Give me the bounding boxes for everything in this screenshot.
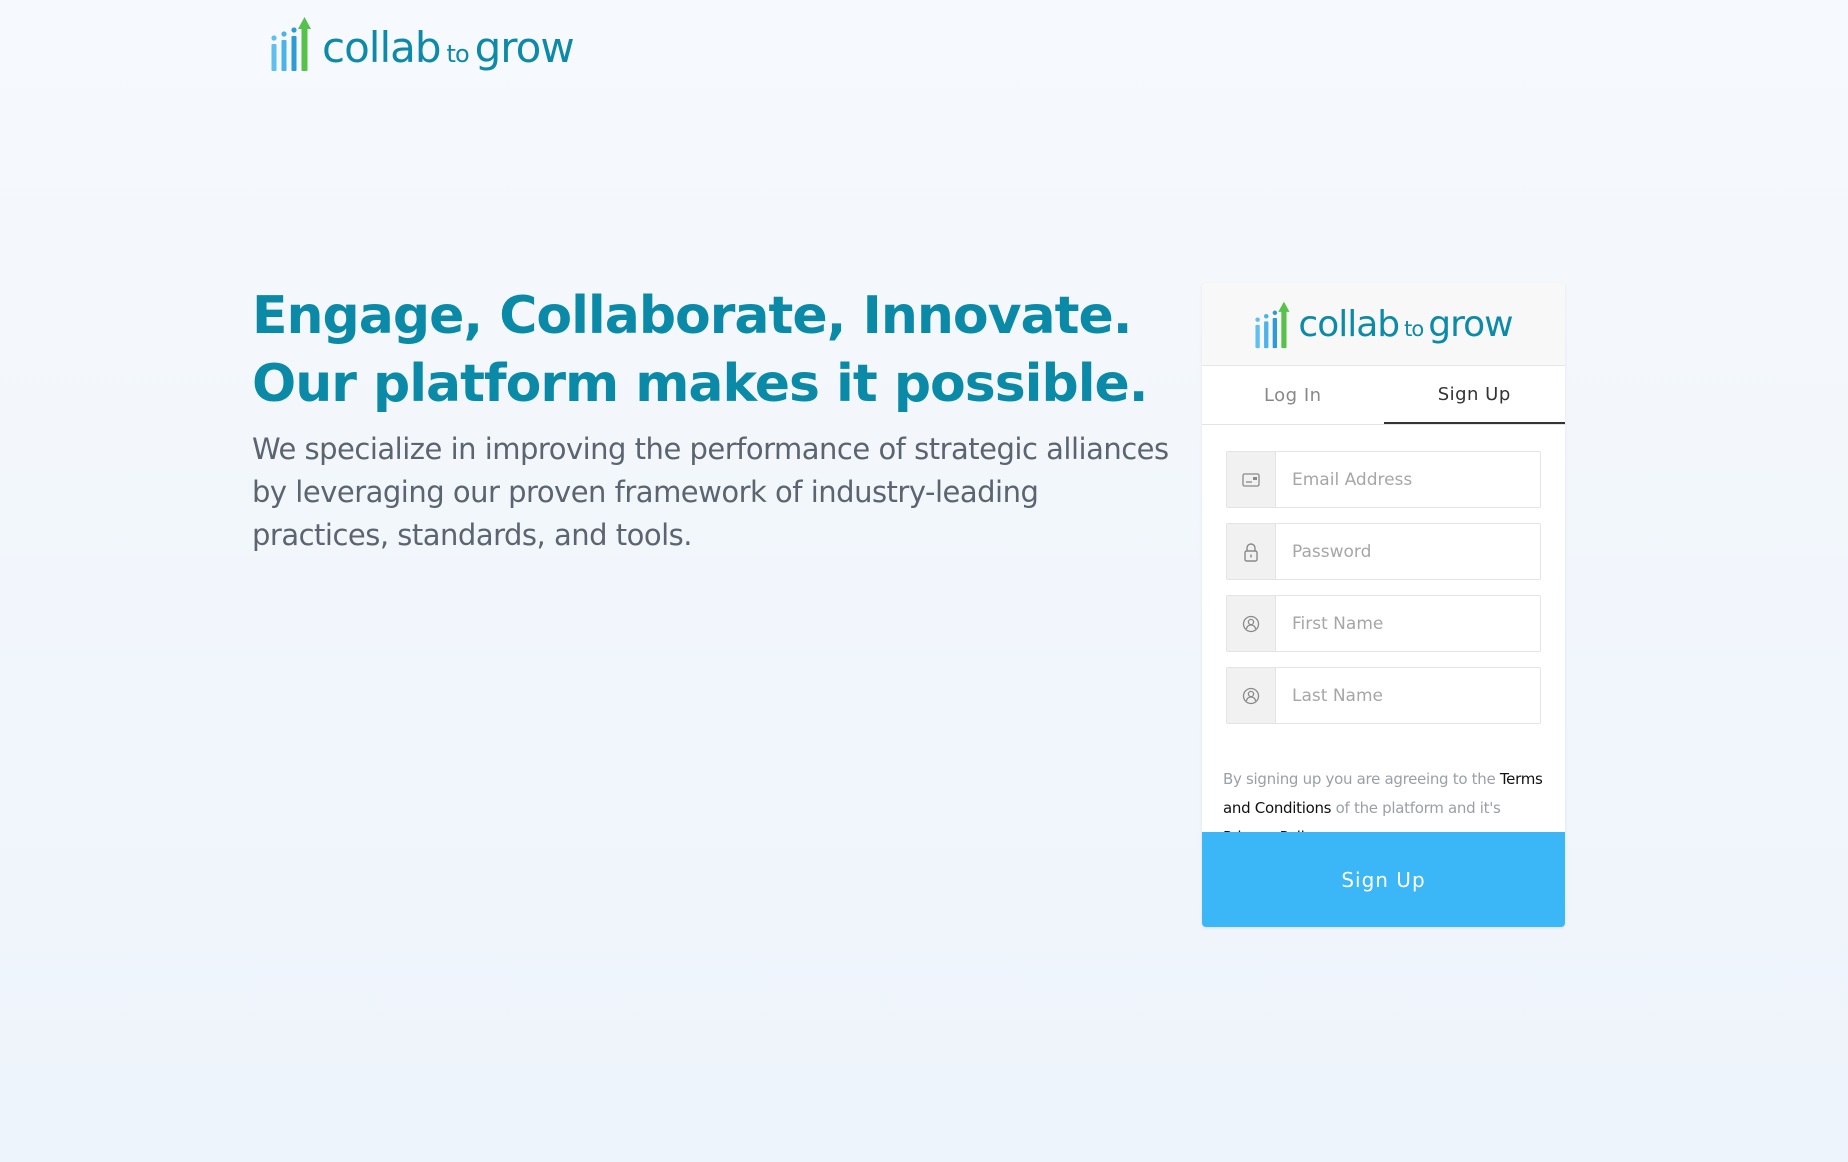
user-icon [1227,668,1276,723]
email-input[interactable] [1276,452,1540,507]
auth-tabs: Log In Sign Up [1202,366,1565,425]
brand-word-to: to [1404,316,1424,341]
last-name-field-group [1226,667,1541,724]
brand-word-grow: grow [1428,303,1513,345]
tab-sign-up[interactable]: Sign Up [1383,366,1565,424]
hero-section: Engage, Collaborate, Innovate. Our platf… [252,282,1172,557]
hero-headline-line2: Our platform makes it possible. [252,354,1149,414]
terms-middle: of the platform and it's [1331,799,1501,817]
first-name-field-group [1226,595,1541,652]
card-header: collab to grow [1202,283,1565,366]
growth-chart-icon [271,17,311,71]
hero-description: We specialize in improving the performan… [252,432,1169,552]
hero-headline-line1: Engage, Collaborate, Innovate. [252,286,1132,346]
brand-word-collab: collab [322,23,442,72]
last-name-input[interactable] [1276,668,1540,723]
user-icon [1227,596,1276,651]
terms-prefix: By signing up you are agreeing to the [1223,770,1500,788]
brand-wordmark: collab to grow [322,23,575,72]
sign-up-button[interactable]: Sign Up [1202,832,1565,927]
tab-log-in[interactable]: Log In [1202,366,1384,424]
signup-form [1202,425,1565,724]
growth-chart-icon [1255,301,1290,349]
brand-word-grow: grow [474,23,575,72]
lock-icon [1227,524,1276,579]
password-input[interactable] [1276,524,1540,579]
auth-card: collab to grow Log In Sign Up Email Addr… [1202,283,1565,927]
hero-headline: Engage, Collaborate, Innovate. Our platf… [252,282,1172,418]
password-field-group [1226,523,1541,580]
brand-word-to: to [446,40,470,68]
first-name-input[interactable] [1276,596,1540,651]
brand-logo[interactable]: collab to grow [270,10,575,72]
id-card-icon [1227,452,1276,507]
card-brand-wordmark: collab to grow [1298,303,1513,345]
email-field-group [1226,451,1541,508]
brand-word-collab: collab [1298,303,1400,345]
